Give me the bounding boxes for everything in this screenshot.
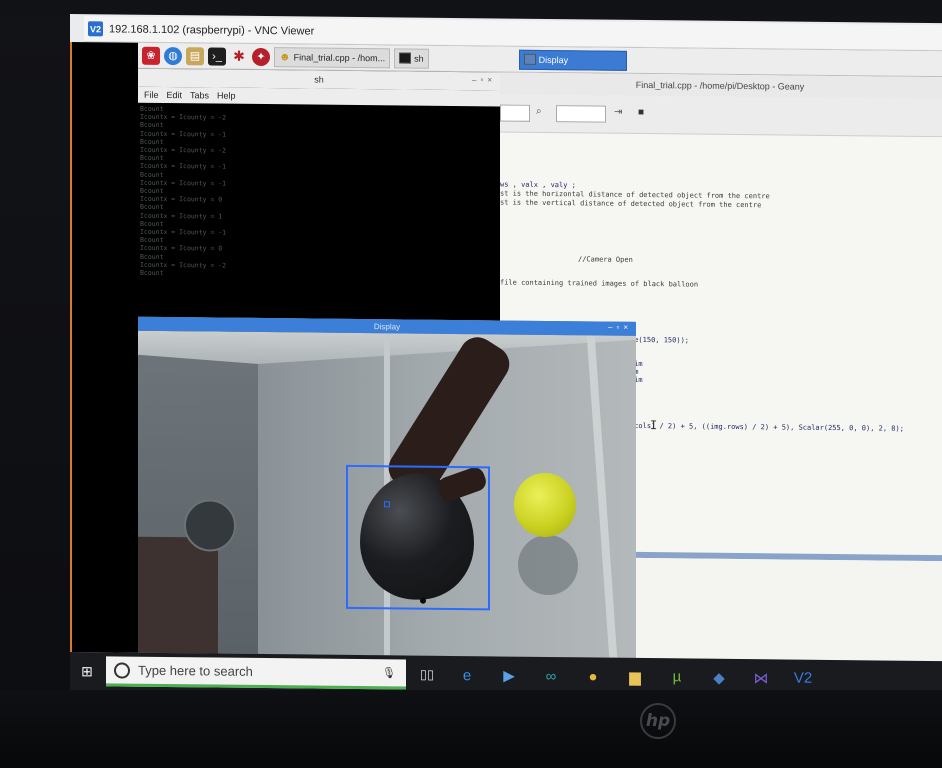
search-placeholder: Type here to search: [138, 662, 253, 679]
task-geany-label: Final_trial.cpp - /hom...: [293, 51, 386, 63]
task-display-label: Display: [538, 54, 569, 65]
code-line: ws , valx , valy ;: [500, 180, 576, 190]
task-geany[interactable]: ☻ Final_trial.cpp - /hom...: [274, 46, 391, 68]
menu-file[interactable]: File: [144, 90, 159, 100]
text-cursor-icon: I: [650, 418, 658, 433]
code-line: .cols) / 2) + 5, ((img.rows) / 2) + 5), …: [630, 421, 904, 433]
vnc-window-title: 192.168.1.102 (raspberrypi) - VNC Viewer: [109, 22, 315, 38]
detection-box: [346, 464, 490, 611]
code-line: st is the vertical distance of detected …: [500, 198, 762, 210]
menu-help[interactable]: Help: [217, 91, 236, 101]
terminal-title-bar[interactable]: sh –▫×: [138, 68, 500, 91]
raspberry-menu-icon[interactable]: ❀: [142, 46, 160, 65]
geany-toolbar: ⌕ ⇥ ■: [498, 94, 942, 138]
shelf: [138, 536, 218, 654]
message-pane: [628, 557, 942, 662]
geany-window-title: Final_trial.cpp - /home/pi/Desktop - Gea…: [635, 79, 805, 92]
camera-feed: [138, 330, 636, 658]
edge-icon[interactable]: e: [452, 656, 482, 694]
partition-pole: [586, 335, 618, 658]
task-view-icon[interactable]: ▯▯: [414, 660, 440, 690]
file-manager-icon[interactable]: ▤: [186, 46, 204, 65]
geany-icon: ☻: [279, 50, 291, 63]
terminal-window: sh –▫× File Edit Tabs Help Bcount Icount…: [138, 68, 500, 321]
terminal-output[interactable]: Bcount Icountx = Icounty = -2 Bcount Ico…: [140, 105, 496, 319]
photo-of-monitor: V2 192.168.1.102 (raspberrypi) - VNC Vie…: [0, 0, 942, 768]
cortana-icon: [114, 661, 130, 679]
window-controls[interactable]: –▫×: [608, 323, 632, 332]
display-window-title: Display: [373, 321, 401, 331]
search-box[interactable]: Type here to search 🎙: [106, 656, 406, 690]
monitor-bezel-bottom: [0, 690, 942, 768]
monitor-bezel-top: [0, 0, 942, 16]
window-controls[interactable]: –▫×: [472, 75, 496, 84]
quit-icon[interactable]: ■: [638, 107, 652, 121]
display-window: Display –▫×: [138, 316, 636, 658]
balloon-shadow: [518, 534, 578, 596]
media-icon[interactable]: ▶: [494, 656, 524, 694]
terminal-icon: [399, 52, 412, 64]
search-icon[interactable]: ⌕: [536, 106, 550, 120]
microphone-icon[interactable]: 🎙: [382, 666, 396, 679]
menu-tabs[interactable]: Tabs: [190, 90, 209, 100]
menu-edit[interactable]: Edit: [167, 90, 183, 100]
code-line: file containing trained images of black …: [500, 278, 699, 289]
task-terminal-label: sh: [414, 53, 424, 64]
code-line: ze(150, 150));: [630, 335, 690, 345]
detection-center-marker: [384, 501, 390, 508]
yellow-balloon: [514, 472, 576, 538]
goto-line-field[interactable]: [556, 105, 606, 123]
jump-icon[interactable]: ⇥: [614, 107, 628, 121]
terminal-window-title: sh: [314, 74, 324, 85]
fan: [184, 499, 236, 552]
task-display[interactable]: Display: [518, 49, 627, 71]
wolfram-icon[interactable]: ✦: [252, 47, 270, 66]
symbol-field[interactable]: [500, 104, 530, 122]
code-line: //Camera Open: [578, 255, 633, 264]
window-icon: [523, 53, 536, 65]
task-terminal[interactable]: sh: [394, 47, 429, 69]
terminal-launcher-icon[interactable]: ›_: [208, 46, 226, 66]
hp-logo: hp: [640, 703, 676, 739]
browser-icon[interactable]: ◍: [164, 46, 182, 65]
vnc-app-icon: V2: [88, 21, 103, 37]
windows-start-icon[interactable]: ⊞: [70, 652, 104, 690]
bug-icon[interactable]: ✱: [230, 47, 248, 65]
monitor-screen: V2 192.168.1.102 (raspberrypi) - VNC Vie…: [70, 14, 942, 700]
pi-desktop: ❀ ◍ ▤ ›_ ✱ ✦ ☻ Final_trial.cpp - /hom...…: [138, 42, 942, 662]
